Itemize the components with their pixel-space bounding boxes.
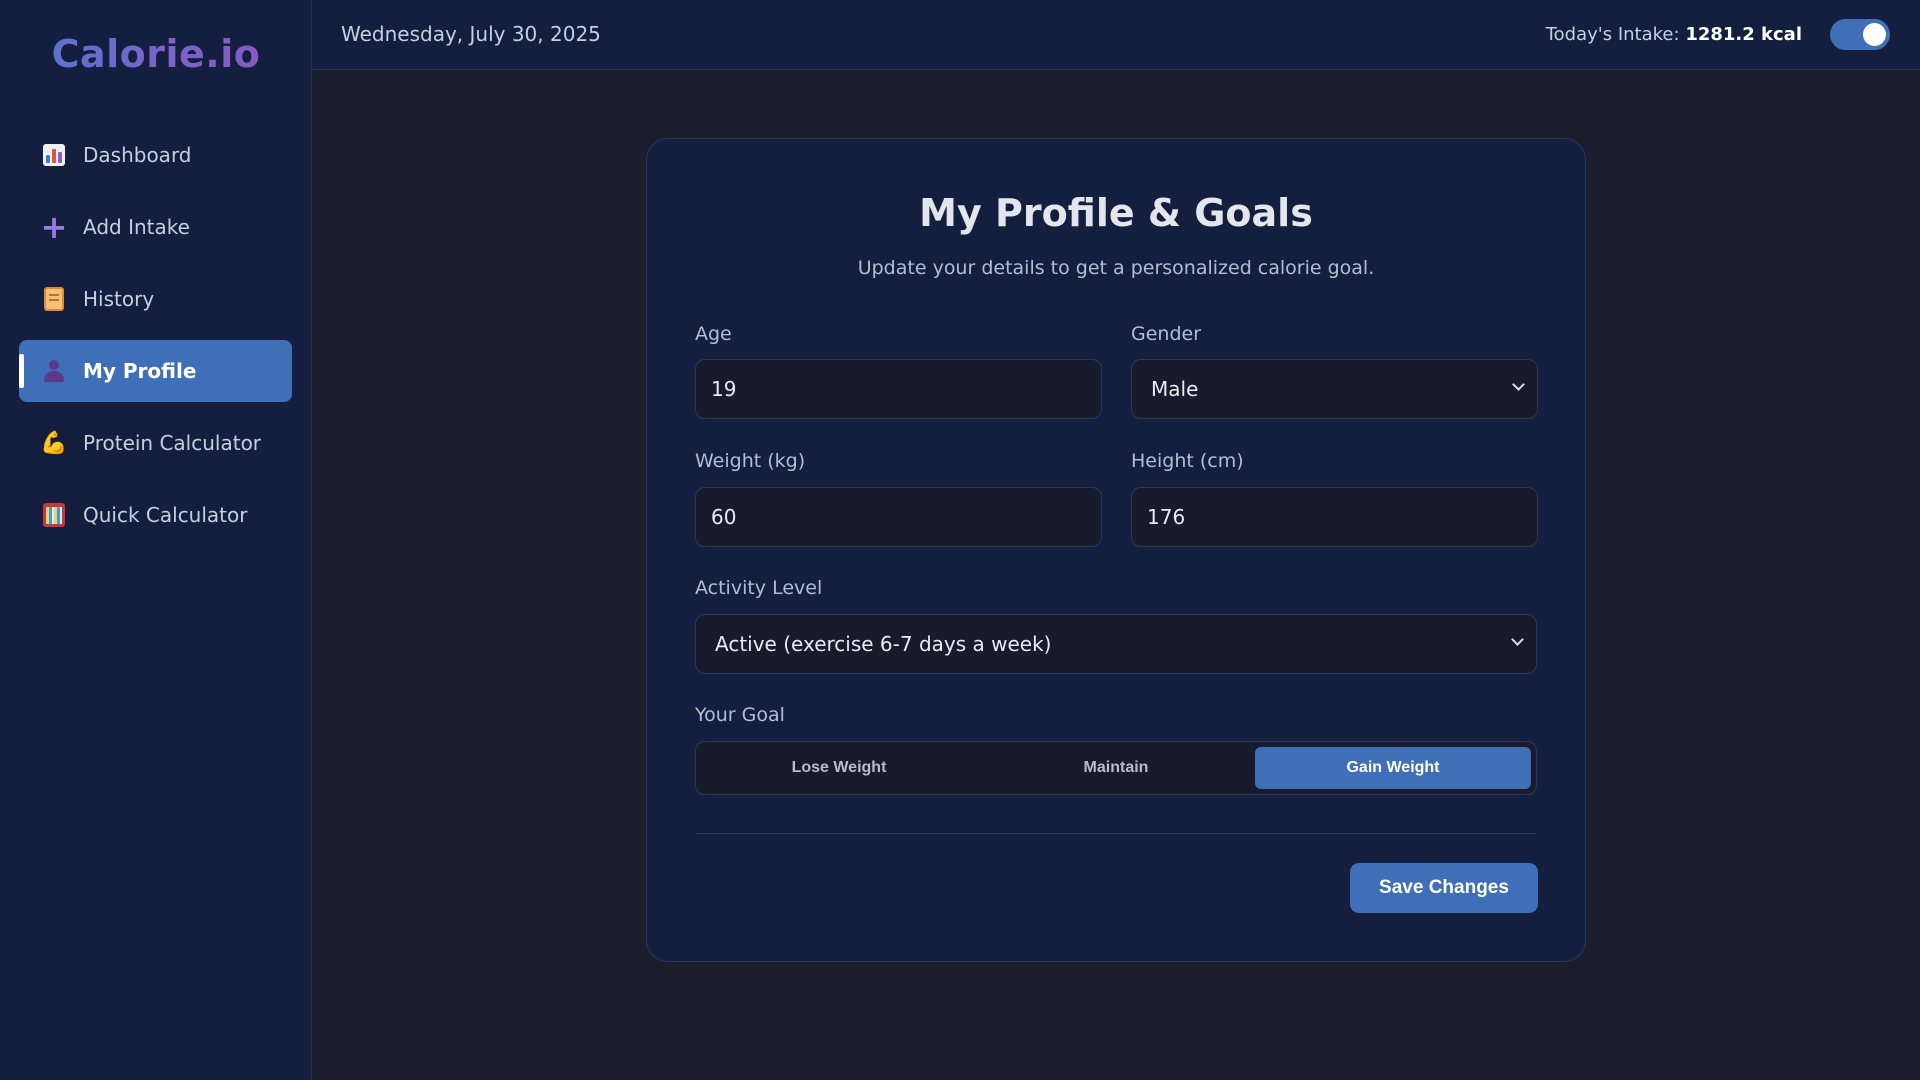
sidebar-nav: Dashboard + Add Intake History My Profil… — [19, 124, 292, 556]
flexed-arm-icon: 💪 — [40, 430, 68, 456]
activity-value: Active (exercise 6-7 days a week) — [715, 632, 1052, 656]
sidebar: Calorie.io Dashboard + Add Intake Histor… — [0, 0, 312, 1080]
sidebar-item-history[interactable]: History — [19, 268, 292, 330]
gender-value: Male — [1151, 377, 1199, 401]
intake-value: 1281.2 kcal — [1685, 24, 1802, 45]
user-icon — [41, 358, 67, 384]
height-label: Height (cm) — [1131, 450, 1244, 472]
sidebar-item-label: My Profile — [83, 359, 197, 383]
goal-maintain-button[interactable]: Maintain — [978, 747, 1254, 789]
goal-segmented-control: Lose Weight Maintain Gain Weight — [695, 741, 1537, 795]
page-subtitle: Update your details to get a personalize… — [857, 257, 1375, 279]
top-bar: Wednesday, July 30, 2025 Today's Intake:… — [312, 0, 1920, 70]
sidebar-item-label: Quick Calculator — [83, 503, 248, 527]
activity-level-select[interactable]: Active (exercise 6-7 days a week) — [695, 614, 1537, 674]
scroll-icon — [41, 286, 67, 312]
page-title: My Profile & Goals — [919, 191, 1313, 235]
goal-lose-weight-button[interactable]: Lose Weight — [701, 747, 977, 789]
sidebar-item-label: Dashboard — [83, 143, 192, 167]
sidebar-item-add-intake[interactable]: + Add Intake — [19, 196, 292, 258]
chevron-down-icon — [1512, 378, 1525, 391]
height-value: 176 — [1147, 505, 1186, 529]
current-date: Wednesday, July 30, 2025 — [341, 22, 601, 46]
app-logo[interactable]: Calorie.io — [0, 32, 312, 76]
age-input[interactable]: 19 — [695, 359, 1102, 419]
chevron-down-icon — [1511, 633, 1524, 646]
sidebar-item-protein-calculator[interactable]: 💪 Protein Calculator — [19, 412, 292, 474]
weight-input[interactable]: 60 — [695, 487, 1102, 547]
age-value: 19 — [711, 377, 737, 401]
sidebar-item-dashboard[interactable]: Dashboard — [19, 124, 292, 186]
height-input[interactable]: 176 — [1131, 487, 1538, 547]
gender-label: Gender — [1131, 323, 1202, 345]
profile-card: My Profile & Goals Update your details t… — [646, 138, 1586, 962]
intake-label: Today's Intake: — [1545, 24, 1680, 45]
sidebar-item-label: Protein Calculator — [83, 431, 262, 455]
sidebar-item-label: History — [83, 287, 155, 311]
abacus-icon — [41, 502, 67, 528]
activity-label: Activity Level — [695, 577, 823, 599]
theme-toggle[interactable] — [1830, 19, 1890, 50]
todays-intake: Today's Intake: 1281.2 kcal — [1546, 24, 1802, 45]
weight-value: 60 — [711, 505, 737, 529]
gender-select[interactable]: Male — [1131, 359, 1538, 419]
bar-chart-icon — [41, 142, 67, 168]
sidebar-item-my-profile[interactable]: My Profile — [19, 340, 292, 402]
sidebar-item-quick-calculator[interactable]: Quick Calculator — [19, 484, 292, 546]
plus-icon: + — [40, 208, 68, 246]
goal-label: Your Goal — [695, 704, 785, 726]
weight-label: Weight (kg) — [695, 450, 806, 472]
age-label: Age — [695, 323, 732, 345]
sidebar-item-label: Add Intake — [83, 215, 190, 239]
divider — [695, 833, 1537, 834]
goal-gain-weight-button[interactable]: Gain Weight — [1255, 747, 1531, 789]
save-changes-button[interactable]: Save Changes — [1350, 863, 1538, 913]
